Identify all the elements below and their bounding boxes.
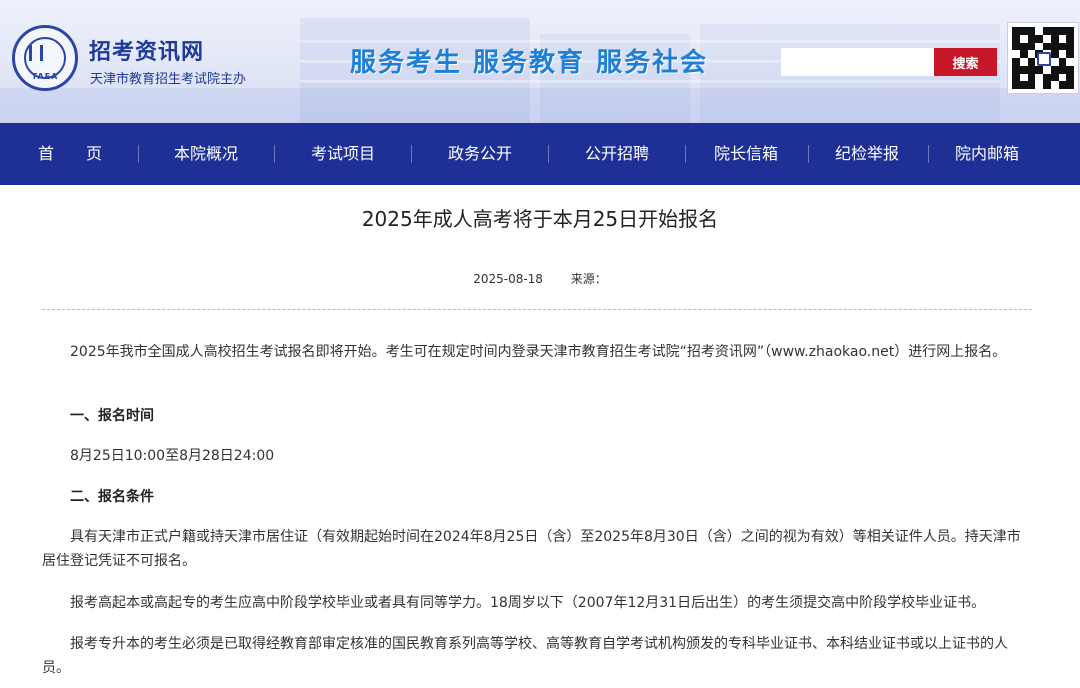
header-background-window-row — [300, 80, 1000, 83]
nav-item-recruitment[interactable]: 公开招聘 — [567, 123, 667, 185]
nav-item-home[interactable]: 首 页 — [20, 123, 120, 185]
nav-item-public-affairs[interactable]: 政务公开 — [430, 123, 530, 185]
article-divider — [42, 309, 1032, 310]
nav-separator — [685, 145, 686, 163]
article-title: 2025年成人高考将于本月25日开始报名 — [361, 207, 719, 231]
site-logo[interactable]: TAEA — [12, 25, 78, 91]
eligibility-paragraph: 具有天津市正式户籍或持天津市居住证（有效期起始时间在2024年8月25日（含）至… — [42, 529, 1021, 569]
section-heading-eligibility: 二、报名条件 — [70, 489, 154, 505]
registration-time-text: 8月25日10:00至8月28日24:00 — [70, 448, 275, 464]
article-source-label: 来源： — [570, 272, 607, 286]
nav-separator — [548, 145, 549, 163]
search-button[interactable]: 搜索 — [934, 48, 997, 76]
nav-item-internal-mail[interactable]: 院内邮箱 — [937, 123, 1037, 185]
eligibility-paragraph: 报考高起本或高起专的考生应高中阶段学校毕业或者具有同等学力。18周岁以下（200… — [70, 595, 986, 611]
header-slogan: 服务考生 服务教育 服务社会 — [350, 48, 709, 78]
qr-center-logo-icon — [1037, 52, 1051, 66]
article-intro: 2025年我市全国成人高校招生考试报名即将开始。考生可在规定时间内登录天津市教育… — [70, 344, 1007, 360]
nav-item-about[interactable]: 本院概况 — [156, 123, 256, 185]
article-meta: 2025-08-18 来源： — [0, 270, 1080, 287]
article-date: 2025-08-18 — [473, 272, 543, 286]
nav-separator — [411, 145, 412, 163]
logo-abbreviation: TAEA — [31, 72, 59, 81]
nav-separator — [138, 145, 139, 163]
site-subtitle: 天津市教育招生考试院主办 — [90, 72, 247, 87]
nav-item-director-mailbox[interactable]: 院长信箱 — [696, 123, 796, 185]
qr-code — [1007, 22, 1079, 94]
nav-separator — [808, 145, 809, 163]
nav-separator — [274, 145, 275, 163]
nav-separator — [928, 145, 929, 163]
site-name[interactable]: 招考资讯网 — [89, 34, 204, 66]
site-header: TAEA 招考资讯网 天津市教育招生考试院主办 服务考生 服务教育 服务社会 搜… — [0, 0, 1080, 123]
nav-item-discipline-report[interactable]: 纪检举报 — [817, 123, 917, 185]
search-input[interactable] — [781, 48, 934, 76]
nav-item-exams[interactable]: 考试项目 — [293, 123, 393, 185]
eligibility-paragraph: 报考专升本的考生必须是已取得经教育部审定核准的国民教育系列高等学校、高等教育自学… — [42, 636, 1008, 676]
section-heading-registration-time: 一、报名时间 — [70, 408, 154, 424]
main-nav: 首 页 本院概况 考试项目 政务公开 公开招聘 院长信箱 纪检举报 院内邮箱 — [0, 123, 1080, 185]
header-background-building — [0, 88, 1080, 123]
logo-emblem-icon — [29, 45, 43, 61]
